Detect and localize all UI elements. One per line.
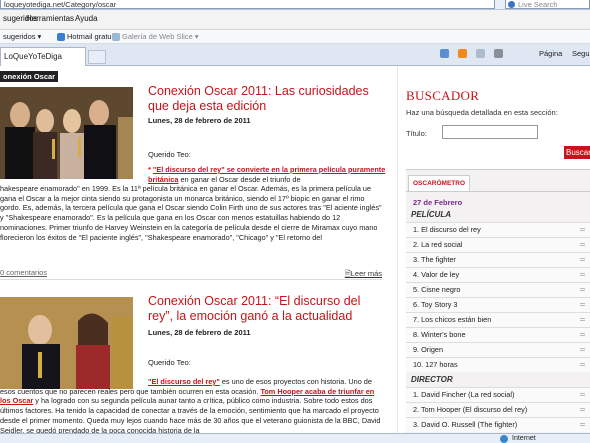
list-item[interactable]: 3. David O. Russell (The fighter) — [406, 417, 590, 432]
posts-column: onexión Oscar Conexión Oscar 2011: Las c… — [0, 66, 392, 433]
buscador-description: Haz una búsqueda detallada en esta secci… — [406, 108, 558, 117]
fav-sugeridos[interactable]: sugeridos ▾ — [3, 32, 41, 41]
drag-handle-icon — [580, 363, 585, 366]
list-item[interactable]: 3. The fighter — [406, 252, 590, 267]
address-bar-row: loqueyotediga.net/Category/oscar Live Se… — [0, 0, 590, 10]
oscarometro-date: 27 de Febrero — [413, 198, 463, 207]
command-bar-icons — [440, 49, 503, 58]
web-page: onexión Oscar Conexión Oscar 2011: Las c… — [0, 66, 590, 433]
oscar-winners-photo-icon — [0, 87, 133, 179]
menu-item-herramientas[interactable]: Herramientas — [26, 14, 74, 23]
fav-hotmail[interactable]: Hotmail gratuito — [57, 32, 120, 41]
ie-page-icon — [57, 32, 65, 41]
status-zone: Internet — [512, 435, 536, 442]
read-more-link[interactable]: 🗎Leer más — [345, 268, 382, 281]
list-item[interactable]: 10. 127 horas — [406, 357, 590, 372]
post-image-oscar-winners[interactable] — [0, 87, 133, 179]
drag-handle-icon — [580, 303, 585, 306]
list-item[interactable]: 1. El discurso del rey — [406, 222, 590, 237]
director-header: DIRECTOR — [411, 375, 453, 384]
post-body: hakespeare enamorado" en 1999. Es la 11ª… — [0, 184, 382, 242]
mail-icon[interactable] — [476, 49, 485, 58]
chevron-down-icon: ▾ — [37, 32, 42, 41]
web-slice-icon — [112, 32, 120, 41]
favorites-bar: sugeridos ▾ Hotmail gratuito Galería de … — [0, 30, 590, 44]
drag-handle-icon — [580, 408, 585, 411]
post-date: Lunes, 28 de febrero de 2011 — [148, 116, 251, 125]
chevron-down-icon: ▾ — [194, 32, 199, 41]
drag-handle-icon — [580, 228, 585, 231]
page-menu[interactable]: Página — [539, 49, 562, 58]
list-item[interactable]: 9. Origen — [406, 342, 590, 357]
buscador-title: BUSCADOR — [406, 88, 480, 103]
print-icon[interactable] — [494, 49, 503, 58]
list-item[interactable]: 7. Los chicos están bien — [406, 312, 590, 327]
hooper-photo-icon — [0, 297, 133, 389]
rss-feed-icon[interactable] — [458, 49, 467, 58]
drag-handle-icon — [580, 288, 585, 291]
post-link-discurso[interactable]: "El discurso del rey" — [148, 377, 220, 386]
post-title[interactable]: Conexión Oscar 2011: Las curiosidades qu… — [148, 84, 388, 113]
tab-bar: LoQueYoTeDiga Página Seguri — [0, 44, 590, 66]
titulo-label: Título: — [406, 129, 427, 138]
titulo-input[interactable] — [442, 125, 538, 139]
new-tab-button[interactable] — [88, 50, 106, 64]
security-menu[interactable]: Seguri — [572, 49, 590, 58]
post-body: "El discurso del rey" es uno de esos pro… — [0, 377, 381, 433]
pelicula-list: 1. El discurso del rey 2. La red social … — [406, 222, 590, 372]
menu-item-ayuda[interactable]: Ayuda — [75, 14, 98, 23]
post-image-hooper[interactable] — [0, 297, 133, 389]
drag-handle-icon — [580, 348, 585, 351]
buscar-button[interactable]: Buscar — [564, 146, 590, 159]
list-item[interactable]: 4. Valor de ley — [406, 267, 590, 282]
status-bar: Internet — [0, 433, 590, 443]
list-item[interactable]: 8. Winter's bone — [406, 327, 590, 342]
comments-link[interactable]: 0 comentarios — [0, 268, 47, 277]
category-label: onexión Oscar — [0, 71, 59, 82]
menu-bar: sugeridos Herramientas Ayuda — [0, 10, 590, 30]
pelicula-header: PELÍCULA — [411, 210, 451, 219]
address-field[interactable]: loqueyotediga.net/Category/oscar — [0, 0, 495, 9]
live-search-field[interactable]: Live Search — [505, 0, 590, 9]
drag-handle-icon — [580, 243, 585, 246]
list-item[interactable]: 5. Cisne negro — [406, 282, 590, 297]
tab-oscarometro[interactable]: OSCARÓMETRO — [408, 175, 470, 192]
live-search-icon — [508, 1, 515, 8]
post-greeting: Querido Teo: — [148, 150, 191, 159]
list-item[interactable]: 1. David Fincher (La red social) — [406, 387, 590, 402]
url-text: loqueyotediga.net/Category/oscar — [4, 0, 117, 9]
post-footer: 0 comentarios 🗎Leer más — [0, 268, 382, 280]
list-item[interactable]: 2. La red social — [406, 237, 590, 252]
drag-handle-icon — [580, 258, 585, 261]
search-placeholder: Live Search — [518, 0, 558, 9]
post-date: Lunes, 28 de febrero de 2011 — [148, 328, 251, 337]
globe-icon — [500, 435, 508, 443]
home-icon[interactable] — [440, 49, 449, 58]
oscarometro-box: OSCARÓMETRO 27 de Febrero PELÍCULA 1. El… — [406, 169, 590, 433]
drag-handle-icon — [580, 273, 585, 276]
drag-handle-icon — [580, 318, 585, 321]
post-greeting: Querido Teo: — [148, 358, 191, 367]
post-title[interactable]: Conexión Oscar 2011: “El discurso del re… — [148, 294, 388, 323]
tab-loqueyotediga[interactable]: LoQueYoTeDiga — [0, 47, 86, 66]
list-item[interactable]: 6. Toy Story 3 — [406, 297, 590, 312]
drag-handle-icon — [580, 333, 585, 336]
fav-web-slice[interactable]: Galería de Web Slice ▾ — [112, 32, 199, 41]
drag-handle-icon — [580, 393, 585, 396]
post-intro: * "El discurso del rey" se convierte en … — [148, 165, 386, 184]
list-item[interactable]: 2. Tom Hooper (El discurso del rey) — [406, 402, 590, 417]
director-list: 1. David Fincher (La red social) 2. Tom … — [406, 387, 590, 432]
sidebar: BUSCADOR Haz una búsqueda detallada en e… — [397, 66, 590, 433]
drag-handle-icon — [580, 423, 585, 426]
